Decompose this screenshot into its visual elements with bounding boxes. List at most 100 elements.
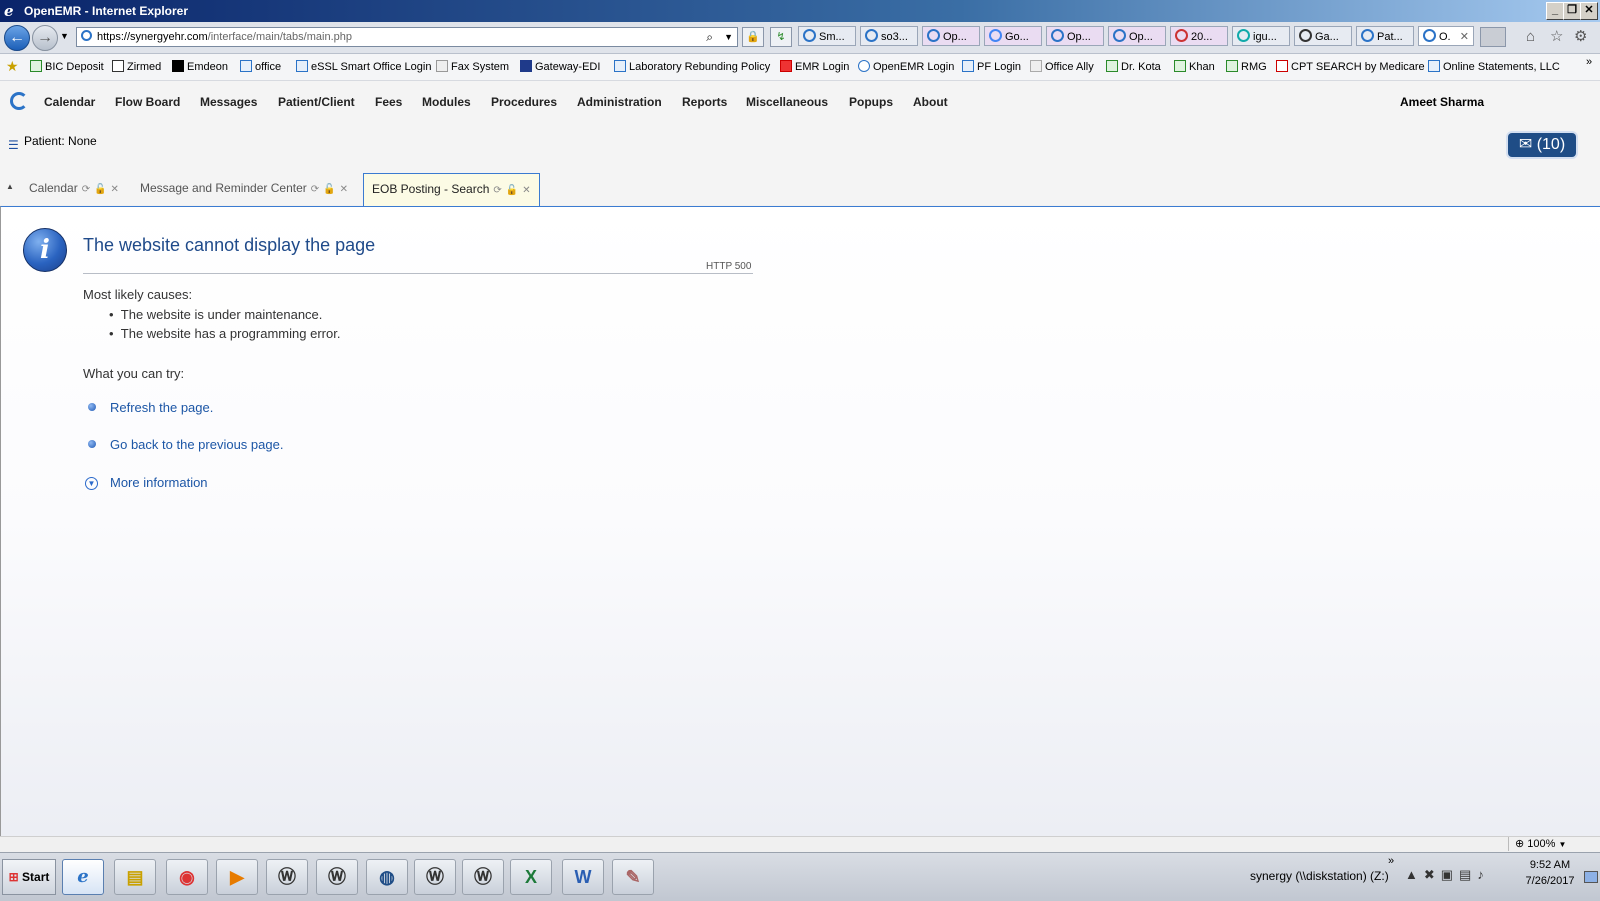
fav-essl[interactable]: eSSL Smart Office Login	[296, 60, 431, 73]
history-dropdown-icon[interactable]: ▼	[60, 31, 69, 41]
fav-office-ally[interactable]: Office Ally	[1030, 60, 1094, 73]
zoom-control[interactable]: ⊕ 100% ▼	[1508, 837, 1593, 851]
compat-view-icon[interactable]: ↯	[770, 27, 792, 47]
refresh-page-link[interactable]: Refresh the page.	[110, 400, 213, 415]
collapse-tabs-icon[interactable]: ▲	[6, 182, 14, 191]
openemr-logo-icon[interactable]	[10, 92, 28, 110]
menu-procedures[interactable]: Procedures	[491, 95, 557, 109]
fav-dr-kota[interactable]: Dr. Kota	[1106, 60, 1161, 73]
tray-expand-icon[interactable]: »	[1388, 855, 1394, 867]
favorites-overflow-icon[interactable]: »	[1586, 56, 1592, 68]
fav-bic-deposit[interactable]: BIC Deposit	[30, 60, 104, 73]
restore-button[interactable]: ❐	[1563, 2, 1581, 20]
system-clock[interactable]: 9:52 AM 7/26/2017	[1520, 857, 1580, 889]
menu-flow-board[interactable]: Flow Board	[115, 95, 180, 109]
refresh-icon[interactable]: ⟳	[493, 185, 501, 196]
favorites-star-icon[interactable]: ☆	[1550, 27, 1563, 45]
start-button[interactable]: ⊞ Start	[2, 859, 56, 895]
patient-search-icon[interactable]: ☰	[8, 138, 19, 152]
taskbar-thunderbird-icon[interactable]: ◍	[366, 859, 408, 895]
minimize-button[interactable]: _	[1546, 2, 1564, 20]
close-icon[interactable]: ✕	[522, 185, 530, 196]
lock-icon[interactable]: 🔒	[742, 27, 764, 47]
taskbar-media-player-icon[interactable]: ▶	[216, 859, 258, 895]
patient-name: Patient: None	[24, 134, 97, 148]
add-favorites-star-icon[interactable]: ★	[6, 58, 19, 75]
tab-message-reminder-center[interactable]: Message and Reminder Center ⟳ 🔓 ✕	[140, 173, 348, 203]
fav-online-statements[interactable]: Online Statements, LLC	[1428, 60, 1560, 73]
fav-fax-system[interactable]: Fax System	[436, 60, 509, 73]
tab-calendar[interactable]: Calendar ⟳ 🔓 ✕	[29, 173, 119, 203]
tab-eob-posting-search[interactable]: EOB Posting - Search ⟳ 🔓 ✕	[363, 173, 540, 206]
taskbar-word-icon[interactable]: W	[562, 859, 604, 895]
fav-lab-policy[interactable]: Laboratory Rebunding Policy	[614, 60, 770, 73]
browser-tab-active[interactable]: O. ✕	[1418, 26, 1474, 46]
browser-tab-7[interactable]: 20...	[1170, 26, 1228, 46]
back-button[interactable]: ←	[4, 25, 30, 51]
gear-icon[interactable]: ⚙	[1574, 27, 1587, 45]
expand-chevron-icon[interactable]: ▼	[85, 477, 98, 490]
browser-tab-5[interactable]: Op...	[1046, 26, 1104, 46]
menu-messages[interactable]: Messages	[200, 95, 257, 109]
browser-tab-4[interactable]: Go...	[984, 26, 1042, 46]
system-tray-icons[interactable]: ▲✖▣▤♪	[1405, 867, 1490, 883]
current-user[interactable]: Ameet Sharma	[1400, 95, 1484, 109]
browser-tab-6[interactable]: Op...	[1108, 26, 1166, 46]
refresh-icon[interactable]: ⟳	[311, 184, 319, 195]
fav-pf-login[interactable]: PF Login	[962, 60, 1021, 73]
taskbar-paint-icon[interactable]: ✎	[612, 859, 654, 895]
fav-openemr-login[interactable]: OpenEMR Login	[858, 60, 954, 73]
fav-cpt-search[interactable]: CPT SEARCH by Medicare	[1276, 60, 1425, 73]
taskbar-app-icon-2[interactable]: Ⓦ	[316, 859, 358, 895]
browser-tab-10[interactable]: Pat...	[1356, 26, 1414, 46]
taskbar-ie-icon[interactable]: e	[62, 859, 104, 895]
fav-rmg[interactable]: RMG	[1226, 60, 1267, 73]
taskbar-app-icon-3[interactable]: Ⓦ	[414, 859, 456, 895]
menu-patient-client[interactable]: Patient/Client	[278, 95, 355, 109]
taskbar-app-icon-4[interactable]: Ⓦ	[462, 859, 504, 895]
close-icon[interactable]: ✕	[111, 184, 119, 195]
more-information-link[interactable]: More information	[110, 475, 208, 490]
fav-emr-login[interactable]: EMR Login	[780, 60, 849, 73]
taskbar-explorer-icon[interactable]: ▤	[114, 859, 156, 895]
menu-popups[interactable]: Popups	[849, 95, 893, 109]
close-tab-icon[interactable]: ✕	[1460, 27, 1469, 45]
browser-tab-9[interactable]: Ga...	[1294, 26, 1352, 46]
unlock-icon[interactable]: 🔓	[506, 185, 518, 196]
menu-fees[interactable]: Fees	[375, 95, 402, 109]
unlock-icon[interactable]: 🔓	[323, 184, 335, 195]
forward-button[interactable]: →	[32, 25, 58, 51]
menu-about[interactable]: About	[913, 95, 948, 109]
fav-zirmed[interactable]: Zirmed	[112, 60, 161, 73]
fav-office[interactable]: office	[240, 60, 281, 73]
menu-administration[interactable]: Administration	[577, 95, 662, 109]
go-back-link[interactable]: Go back to the previous page.	[110, 437, 283, 452]
taskbar-excel-icon[interactable]: X	[510, 859, 552, 895]
taskbar-chrome-icon[interactable]: ◉	[166, 859, 208, 895]
close-icon[interactable]: ✕	[340, 184, 348, 195]
menu-reports[interactable]: Reports	[682, 95, 727, 109]
address-dropdown-icon[interactable]: ▼	[724, 28, 733, 46]
fav-emdeon[interactable]: Emdeon	[172, 60, 228, 73]
address-bar[interactable]: https://synergyehr.com/interface/main/ta…	[76, 27, 738, 47]
browser-tab-3[interactable]: Op...	[922, 26, 980, 46]
search-icon[interactable]: ⌕	[706, 28, 713, 46]
browser-tab-1[interactable]: Sm...	[798, 26, 856, 46]
show-desktop-icon[interactable]	[1584, 871, 1598, 883]
fav-gateway-edi[interactable]: Gateway-EDI	[520, 60, 600, 73]
browser-tab-8[interactable]: igu...	[1232, 26, 1290, 46]
new-tab-button[interactable]	[1480, 27, 1506, 47]
menu-modules[interactable]: Modules	[422, 95, 471, 109]
menu-calendar[interactable]: Calendar	[44, 95, 95, 109]
fav-khan[interactable]: Khan	[1174, 60, 1215, 73]
close-window-button[interactable]: ✕	[1580, 2, 1598, 20]
taskbar-app-icon-1[interactable]: Ⓦ	[266, 859, 308, 895]
network-drive-label[interactable]: synergy (\\diskstation) (Z:)	[1250, 869, 1389, 883]
menu-miscellaneous[interactable]: Miscellaneous	[746, 95, 828, 109]
unlock-icon[interactable]: 🔓	[94, 184, 106, 195]
home-icon[interactable]: ⌂	[1526, 28, 1535, 45]
messages-badge[interactable]: ✉ (10)	[1508, 133, 1576, 157]
ie-tab-icon	[803, 29, 816, 42]
browser-tab-2[interactable]: so3...	[860, 26, 918, 46]
refresh-icon[interactable]: ⟳	[82, 184, 90, 195]
